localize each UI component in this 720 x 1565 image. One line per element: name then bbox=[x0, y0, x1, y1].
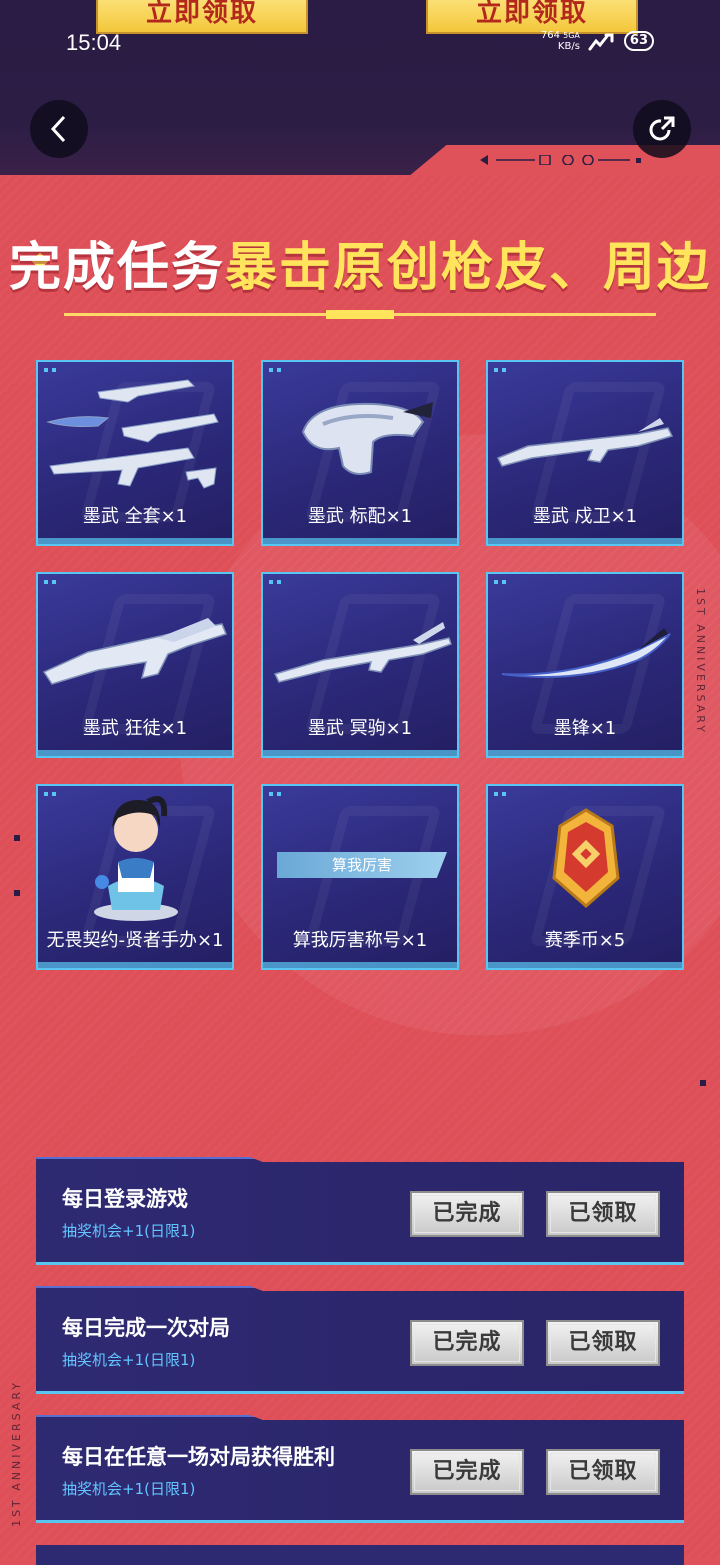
title-part1: 完成任务 bbox=[8, 238, 225, 298]
edge-tick bbox=[700, 1080, 706, 1086]
side-anniversary-text: 1ST ANNIVERSARY bbox=[694, 588, 707, 735]
task-subtitle: 抽奖机会+1(日限1) bbox=[62, 1222, 196, 1240]
figure-icon bbox=[94, 796, 178, 921]
reward-label: 无畏契约-贤者手办×1 bbox=[46, 930, 224, 951]
completed-button[interactable]: 已完成 bbox=[410, 1191, 524, 1237]
status-icons: 764 5GA KB/s 63 bbox=[541, 30, 654, 52]
reward-card[interactable]: 算我厉害 算我厉害称号×1 bbox=[261, 784, 459, 970]
reward-card[interactable]: 墨武 戍卫×1 bbox=[486, 360, 684, 546]
title-part2: 暴击原创枪皮、周边 bbox=[225, 238, 712, 298]
share-button[interactable] bbox=[633, 100, 691, 158]
reward-card[interactable]: 赛季币×5 bbox=[486, 784, 684, 970]
reward-card[interactable]: 墨武 狂徒×1 bbox=[36, 572, 234, 758]
reward-card[interactable]: 墨武 冥驹×1 bbox=[261, 572, 459, 758]
rifle-icon bbox=[496, 418, 674, 467]
claimed-button[interactable]: 已领取 bbox=[546, 1320, 660, 1366]
edge-tick bbox=[14, 890, 20, 896]
reward-label: 墨武 标配×1 bbox=[307, 506, 413, 527]
share-icon bbox=[649, 116, 675, 141]
reward-label: 墨武 狂徒×1 bbox=[82, 718, 188, 739]
blade-icon bbox=[501, 628, 671, 678]
task-title: 每日登录游戏 bbox=[62, 1187, 188, 1211]
task-row: 每日完成一次对局 抽奖机会+1(日限1) 已完成 已领取 bbox=[36, 1286, 684, 1394]
claimed-button[interactable]: 已领取 bbox=[546, 1449, 660, 1495]
title-badge-icon: 算我厉害 bbox=[277, 852, 447, 878]
reward-label: 墨锋×1 bbox=[553, 718, 617, 739]
decorative-line bbox=[480, 155, 641, 165]
reward-label: 墨武 全套×1 bbox=[82, 506, 188, 527]
pistol-icon bbox=[301, 402, 433, 475]
task-title: 每日在任意一场对局获得胜利 bbox=[62, 1445, 335, 1469]
task-subtitle: 抽奖机会+1(日限1) bbox=[62, 1480, 196, 1498]
net-speed: 764 5GA KB/s bbox=[540, 30, 580, 52]
chevron-left-icon bbox=[50, 115, 66, 143]
reward-card[interactable]: 无畏契约-贤者手办×1 bbox=[36, 784, 234, 970]
task-row: 每日登录游戏 抽奖机会+1(日限1) 已完成 已领取 bbox=[36, 1157, 684, 1265]
reward-label: 墨武 冥驹×1 bbox=[307, 718, 413, 739]
reward-card[interactable]: 墨武 全套×1 bbox=[36, 360, 234, 546]
side-anniversary-text-left: 1ST ANNIVERSARY bbox=[10, 1380, 23, 1527]
coin-icon bbox=[552, 808, 620, 908]
sniper-icon bbox=[273, 622, 452, 683]
task-row: 每日在任意一场对局获得胜利 抽奖机会+1(日限1) 已完成 已领取 bbox=[36, 1415, 684, 1523]
claim-now-button-right[interactable]: 立即领取 bbox=[426, 0, 638, 34]
weapon-set-icon bbox=[46, 379, 219, 489]
reward-card[interactable]: 墨武 标配×1 bbox=[261, 360, 459, 546]
reward-label: 赛季币×5 bbox=[544, 930, 626, 951]
completed-button[interactable]: 已完成 bbox=[410, 1320, 524, 1366]
next-task-row-partial bbox=[36, 1545, 684, 1565]
signal-icon bbox=[588, 33, 614, 51]
edge-tick bbox=[14, 835, 20, 841]
reward-card[interactable]: 墨锋×1 bbox=[486, 572, 684, 758]
page-title: 完成任务暴击原创枪皮、周边 bbox=[0, 225, 720, 300]
reward-label: 墨武 戍卫×1 bbox=[532, 506, 638, 527]
claim-now-button-left[interactable]: 立即领取 bbox=[96, 0, 308, 34]
task-subtitle: 抽奖机会+1(日限1) bbox=[62, 1351, 196, 1369]
title-underline bbox=[64, 310, 656, 319]
completed-button[interactable]: 已完成 bbox=[410, 1449, 524, 1495]
reward-label: 算我厉害称号×1 bbox=[292, 930, 428, 951]
status-time: 15:04 bbox=[66, 30, 122, 55]
back-button[interactable] bbox=[30, 100, 88, 158]
claimed-button[interactable]: 已领取 bbox=[546, 1191, 660, 1237]
battery-icon: 63 bbox=[623, 31, 654, 51]
task-title: 每日完成一次对局 bbox=[62, 1316, 230, 1340]
assault-rifle-icon bbox=[42, 618, 227, 685]
